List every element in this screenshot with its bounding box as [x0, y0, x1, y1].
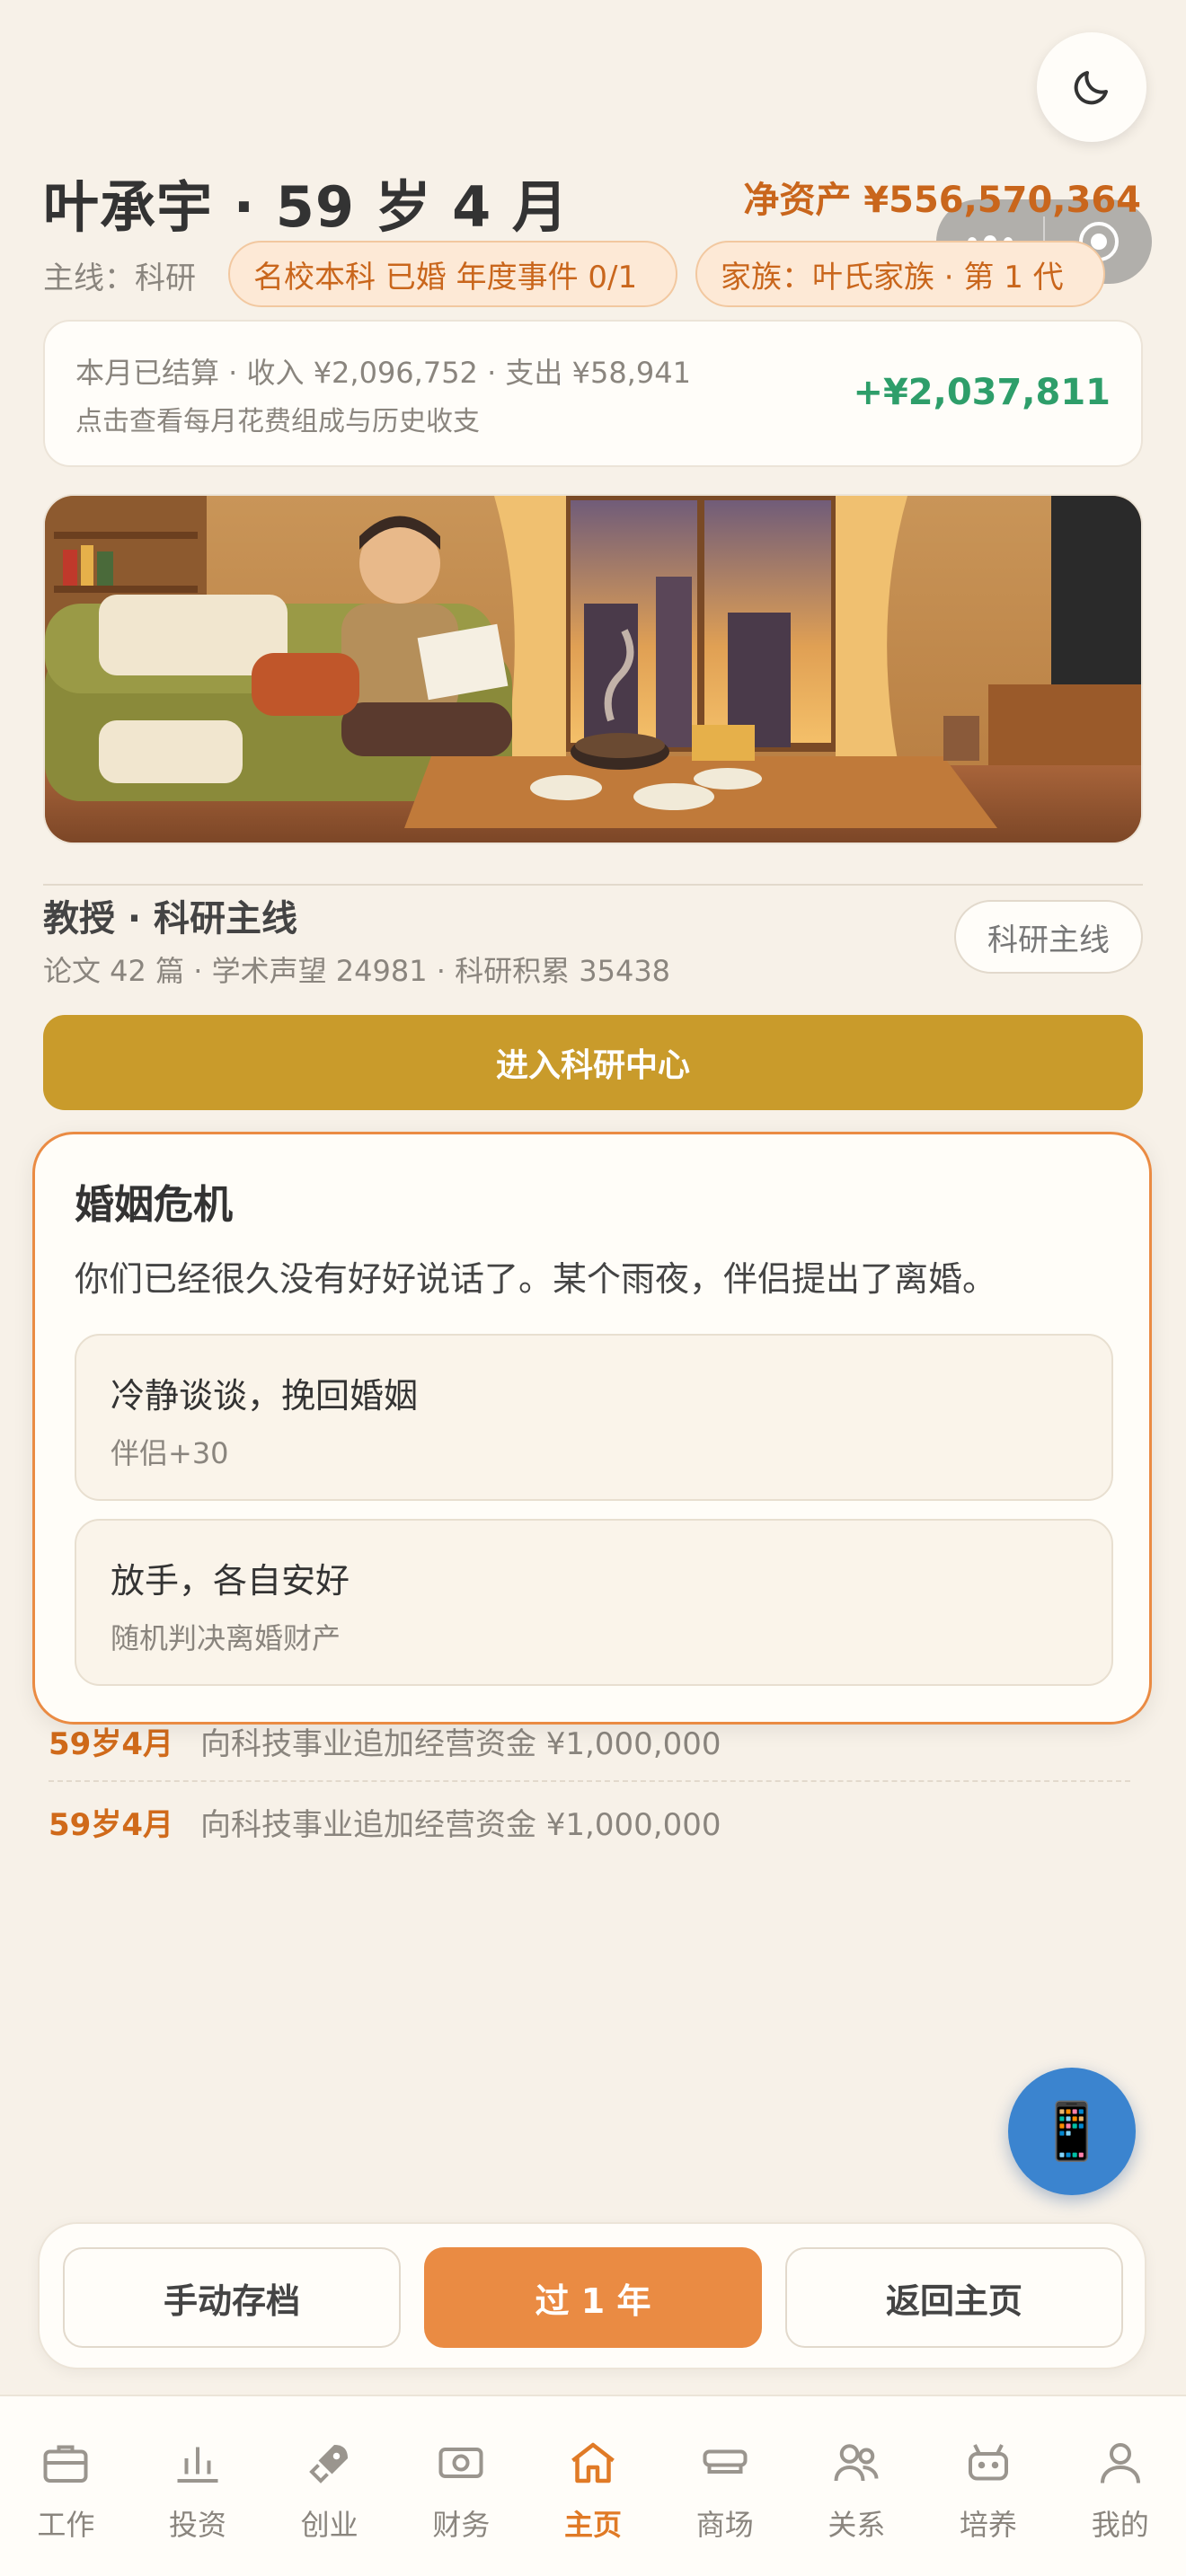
user-icon [1100, 2443, 1140, 2483]
tab-label: 我的 [1091, 2508, 1149, 2542]
net-worth: 净资产 ¥556,570,364 [743, 180, 1141, 221]
tab-nurture[interactable]: 培养 [923, 2396, 1055, 2576]
choice-effect: 伴侣+30 [111, 1436, 229, 1470]
manual-save-button[interactable]: 手动存档 [63, 2247, 401, 2348]
choice-title: 放手，各自安好 [111, 1561, 350, 1601]
phone-fab-button[interactable]: 📱 [1008, 2068, 1136, 2195]
tab-me[interactable]: 我的 [1054, 2396, 1186, 2576]
tab-label: 创业 [300, 2508, 358, 2542]
people-icon [834, 2444, 879, 2482]
log-time: 59岁4月 [49, 1807, 173, 1843]
tab-label: 关系 [828, 2508, 886, 2542]
enter-research-center-button[interactable]: 进入科研中心 [43, 1015, 1143, 1110]
tab-startup[interactable]: 创业 [263, 2396, 395, 2576]
money-icon [438, 2448, 483, 2478]
tab-label: 财务 [432, 2508, 491, 2542]
choice-effect: 随机判决离婚财产 [111, 1621, 341, 1655]
rocket-icon [308, 2445, 348, 2483]
store-icon [703, 2449, 748, 2474]
event-title: 婚姻危机 [75, 1182, 233, 1228]
career-stats: 论文 42 篇 · 学术声望 24981 · 科研积累 35438 [43, 954, 671, 988]
phone-icon: 📱 [1037, 2098, 1107, 2164]
log-time: 59岁4月 [49, 1726, 173, 1762]
chart-icon [177, 2447, 218, 2483]
settlement-hint: 点击查看每月花费组成与历史收支 [75, 406, 480, 437]
briefcase-icon [43, 2445, 88, 2483]
log-text: 向科技事业追加经营资金 ¥1,000,000 [199, 1807, 721, 1843]
tab-label: 商场 [695, 2508, 754, 2542]
advance-year-button[interactable]: 过 1 年 [424, 2247, 762, 2348]
log-text: 向科技事业追加经营资金 ¥1,000,000 [199, 1726, 721, 1762]
tab-home[interactable]: 主页 [527, 2396, 659, 2576]
tab-store[interactable]: 商场 [659, 2396, 791, 2576]
tab-finance[interactable]: 财务 [395, 2396, 527, 2576]
character-title: 叶承宇 · 59 岁 4 月 [43, 174, 569, 240]
home-icon [571, 2442, 615, 2483]
living-room-image [45, 496, 1141, 842]
scene-illustration [43, 494, 1143, 844]
settlement-summary: 本月已结算 · 收入 ¥2,096,752 · 支出 ¥58,941 [75, 356, 691, 390]
choice-divorce-button[interactable]: 放手，各自安好 随机判决离婚财产 [75, 1519, 1113, 1686]
monthly-settlement-card[interactable]: 本月已结算 · 收入 ¥2,096,752 · 支出 ¥58,941 点击查看每… [43, 320, 1143, 467]
tab-invest[interactable]: 投资 [132, 2396, 264, 2576]
bottom-tab-bar: 工作 投资 创业 财务 主页 商场 关系 培养 我的 [0, 2395, 1186, 2576]
tab-work[interactable]: 工作 [0, 2396, 132, 2576]
career-title: 教授 · 科研主线 [43, 898, 298, 940]
dark-mode-button[interactable] [1037, 32, 1146, 142]
tab-label: 工作 [37, 2508, 95, 2542]
research-mainline-button[interactable]: 科研主线 [954, 900, 1143, 974]
family-tag[interactable]: 家族：叶氏家族 · 第 1 代 [695, 241, 1105, 307]
status-tag[interactable]: 名校本科 已婚 年度事件 0/1 [228, 241, 677, 307]
return-home-button[interactable]: 返回主页 [785, 2247, 1123, 2348]
tab-label: 投资 [169, 2508, 227, 2542]
tab-relations[interactable]: 关系 [791, 2396, 923, 2576]
log-item: 59岁4月 向科技事业追加经营资金 ¥1,000,000 [49, 1800, 721, 1844]
event-description: 你们已经很久没有好好说话了。某个雨夜，伴侣提出了离婚。 [75, 1259, 997, 1299]
robot-icon [969, 2444, 1009, 2481]
mainline-label: 主线：科研 [43, 260, 196, 296]
tab-label: 培养 [960, 2508, 1018, 2542]
log-divider [49, 1780, 1130, 1782]
event-modal: 婚姻危机 你们已经很久没有好好说话了。某个雨夜，伴侣提出了离婚。 冷静谈谈，挽回… [32, 1132, 1152, 1725]
log-item: 59岁4月 向科技事业追加经营资金 ¥1,000,000 [49, 1719, 721, 1763]
action-bar: 手动存档 过 1 年 返回主页 [38, 2222, 1146, 2369]
choice-reconcile-button[interactable]: 冷静谈谈，挽回婚姻 伴侣+30 [75, 1334, 1113, 1501]
section-divider [43, 884, 1143, 886]
tab-label: 主页 [564, 2508, 623, 2542]
settlement-net: +¥2,037,811 [853, 372, 1111, 413]
moon-icon [1074, 71, 1108, 105]
choice-title: 冷静谈谈，挽回婚姻 [111, 1376, 419, 1416]
